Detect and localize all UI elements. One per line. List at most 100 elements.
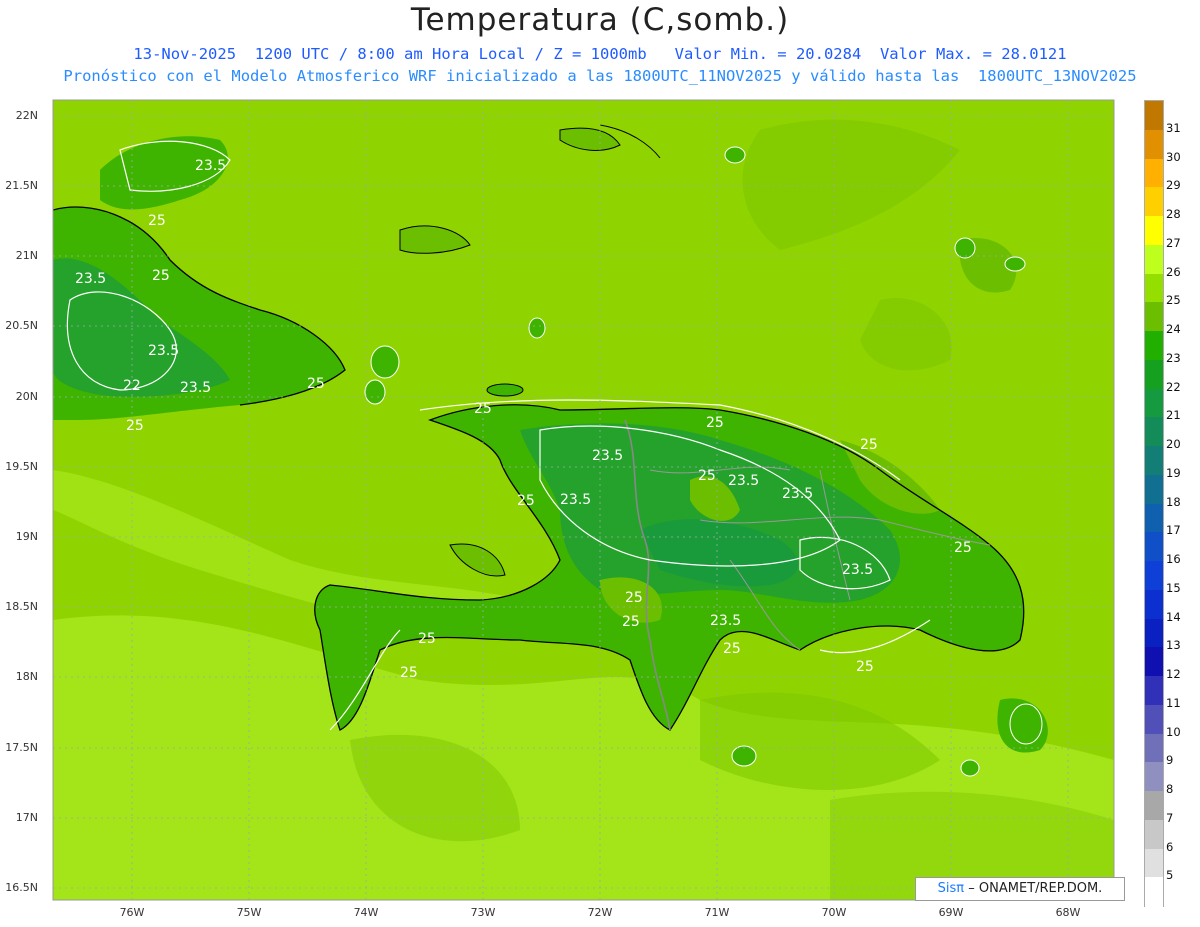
svg-text:25: 25	[625, 590, 643, 606]
color-scale-label: 12	[1166, 667, 1181, 681]
color-scale-label: 22	[1166, 379, 1181, 394]
color-scale-cell	[1145, 647, 1163, 677]
svg-text:25: 25	[148, 213, 166, 229]
color-scale-label: 30	[1166, 149, 1181, 164]
color-scale-label: 6	[1166, 839, 1174, 854]
lon-label: 74W	[353, 906, 379, 919]
color-scale-label: 19	[1166, 465, 1181, 480]
color-scale-label: 18	[1166, 494, 1181, 509]
svg-text:23.5: 23.5	[75, 271, 106, 287]
svg-text:25: 25	[418, 631, 436, 647]
color-scale-cell	[1145, 819, 1163, 849]
svg-text:23.5: 23.5	[560, 492, 591, 508]
color-scale-cell	[1145, 417, 1163, 447]
color-scale-label: 21	[1166, 408, 1181, 423]
svg-text:23.5: 23.5	[180, 380, 211, 396]
lon-label: 73W	[470, 906, 496, 919]
color-scale-cell	[1145, 302, 1163, 332]
lat-label: 21N	[15, 249, 38, 262]
color-scale-cell	[1145, 733, 1163, 763]
svg-text:25: 25	[400, 665, 418, 681]
lat-label: 18N	[15, 670, 38, 683]
color-scale-label: 20	[1166, 437, 1181, 451]
color-scale-bar	[1144, 100, 1164, 907]
color-scale-label: 7	[1166, 810, 1174, 825]
lon-label: 68W	[1055, 906, 1081, 919]
svg-text:25: 25	[152, 268, 170, 284]
lon-label: 69W	[938, 906, 964, 919]
lat-label: 22N	[15, 109, 38, 122]
color-scale-label: 23	[1166, 350, 1181, 365]
svg-text:23.5: 23.5	[592, 448, 623, 464]
color-scale-cell	[1145, 359, 1163, 389]
svg-text:23.5: 23.5	[728, 473, 759, 489]
color-scale-label: 15	[1166, 580, 1181, 595]
color-scale-cell	[1145, 388, 1163, 418]
color-scale-cell	[1145, 446, 1163, 476]
color-scale-label: 27	[1166, 235, 1181, 250]
color-scale-cell	[1145, 216, 1163, 246]
color-scale-label: 25	[1166, 293, 1181, 308]
color-scale-cell	[1145, 618, 1163, 648]
lat-label: 17.5N	[5, 741, 38, 754]
color-scale-label: 8	[1166, 782, 1174, 796]
color-scale-cell	[1145, 244, 1163, 274]
color-scale-label: 9	[1166, 753, 1174, 768]
color-scale-cell	[1145, 273, 1163, 303]
lon-label: 71W	[704, 906, 730, 919]
credit-box: Sisπ – ONAMET/REP.DOM.	[915, 877, 1125, 901]
credit-text: – ONAMET/REP.DOM.	[968, 881, 1103, 896]
color-scale-label: 14	[1166, 609, 1181, 624]
lon-label: 75W	[236, 906, 262, 919]
color-scale-label: 16	[1166, 552, 1181, 566]
color-scale-cell	[1145, 561, 1163, 591]
color-scale-cell	[1145, 187, 1163, 217]
lon-label: 76W	[119, 906, 145, 919]
color-scale-cell	[1145, 848, 1163, 878]
color-scale-cell	[1145, 877, 1163, 907]
color-scale-cell	[1145, 704, 1163, 734]
color-scale-cell	[1145, 532, 1163, 562]
color-scale-cell	[1145, 331, 1163, 361]
svg-text:23.5: 23.5	[842, 562, 873, 578]
color-scale-cell	[1145, 676, 1163, 706]
lat-label: 20N	[15, 390, 38, 403]
color-scale-label: 13	[1166, 638, 1181, 653]
color-scale-cell	[1145, 503, 1163, 533]
svg-text:25: 25	[307, 376, 325, 392]
color-scale-label: 10	[1166, 724, 1181, 739]
svg-text:23.5: 23.5	[195, 158, 226, 174]
sispi-logo-text: Sisπ	[937, 881, 965, 896]
svg-text:25: 25	[860, 437, 878, 453]
svg-text:23.5: 23.5	[710, 613, 741, 629]
color-scale-label: 28	[1166, 207, 1181, 221]
color-scale-label: 17	[1166, 523, 1181, 538]
lat-label: 19N	[15, 530, 38, 543]
svg-text:23.5: 23.5	[782, 486, 813, 502]
lat-label: 18.5N	[5, 600, 38, 613]
lat-label: 20.5N	[5, 319, 38, 332]
svg-text:25: 25	[723, 641, 741, 657]
lat-label: 16.5N	[5, 881, 38, 894]
color-scale-cell	[1145, 474, 1163, 504]
lon-label: 70W	[821, 906, 847, 919]
svg-text:25: 25	[856, 659, 874, 675]
color-scale-label: 26	[1166, 264, 1181, 279]
svg-text:25: 25	[517, 493, 535, 509]
svg-text:22: 22	[123, 378, 141, 394]
svg-text:25: 25	[698, 468, 716, 484]
lon-label: 72W	[587, 906, 613, 919]
color-scale-cell	[1145, 762, 1163, 792]
svg-text:25: 25	[126, 418, 144, 434]
color-scale-label: 5	[1166, 868, 1174, 883]
color-scale-label: 31	[1166, 120, 1181, 135]
lat-label: 21.5N	[5, 179, 38, 192]
color-scale-label: 24	[1166, 322, 1181, 336]
temperature-map: 23.5 25 23.5 25 23.5 22 23.5 25 25 25 25…	[52, 99, 1115, 901]
lat-label: 17N	[15, 811, 38, 824]
color-scale-label: 11	[1166, 695, 1181, 710]
lat-label: 19.5N	[5, 460, 38, 473]
svg-text:23.5: 23.5	[148, 343, 179, 359]
color-scale-cell	[1145, 158, 1163, 188]
color-scale-cell	[1145, 791, 1163, 821]
